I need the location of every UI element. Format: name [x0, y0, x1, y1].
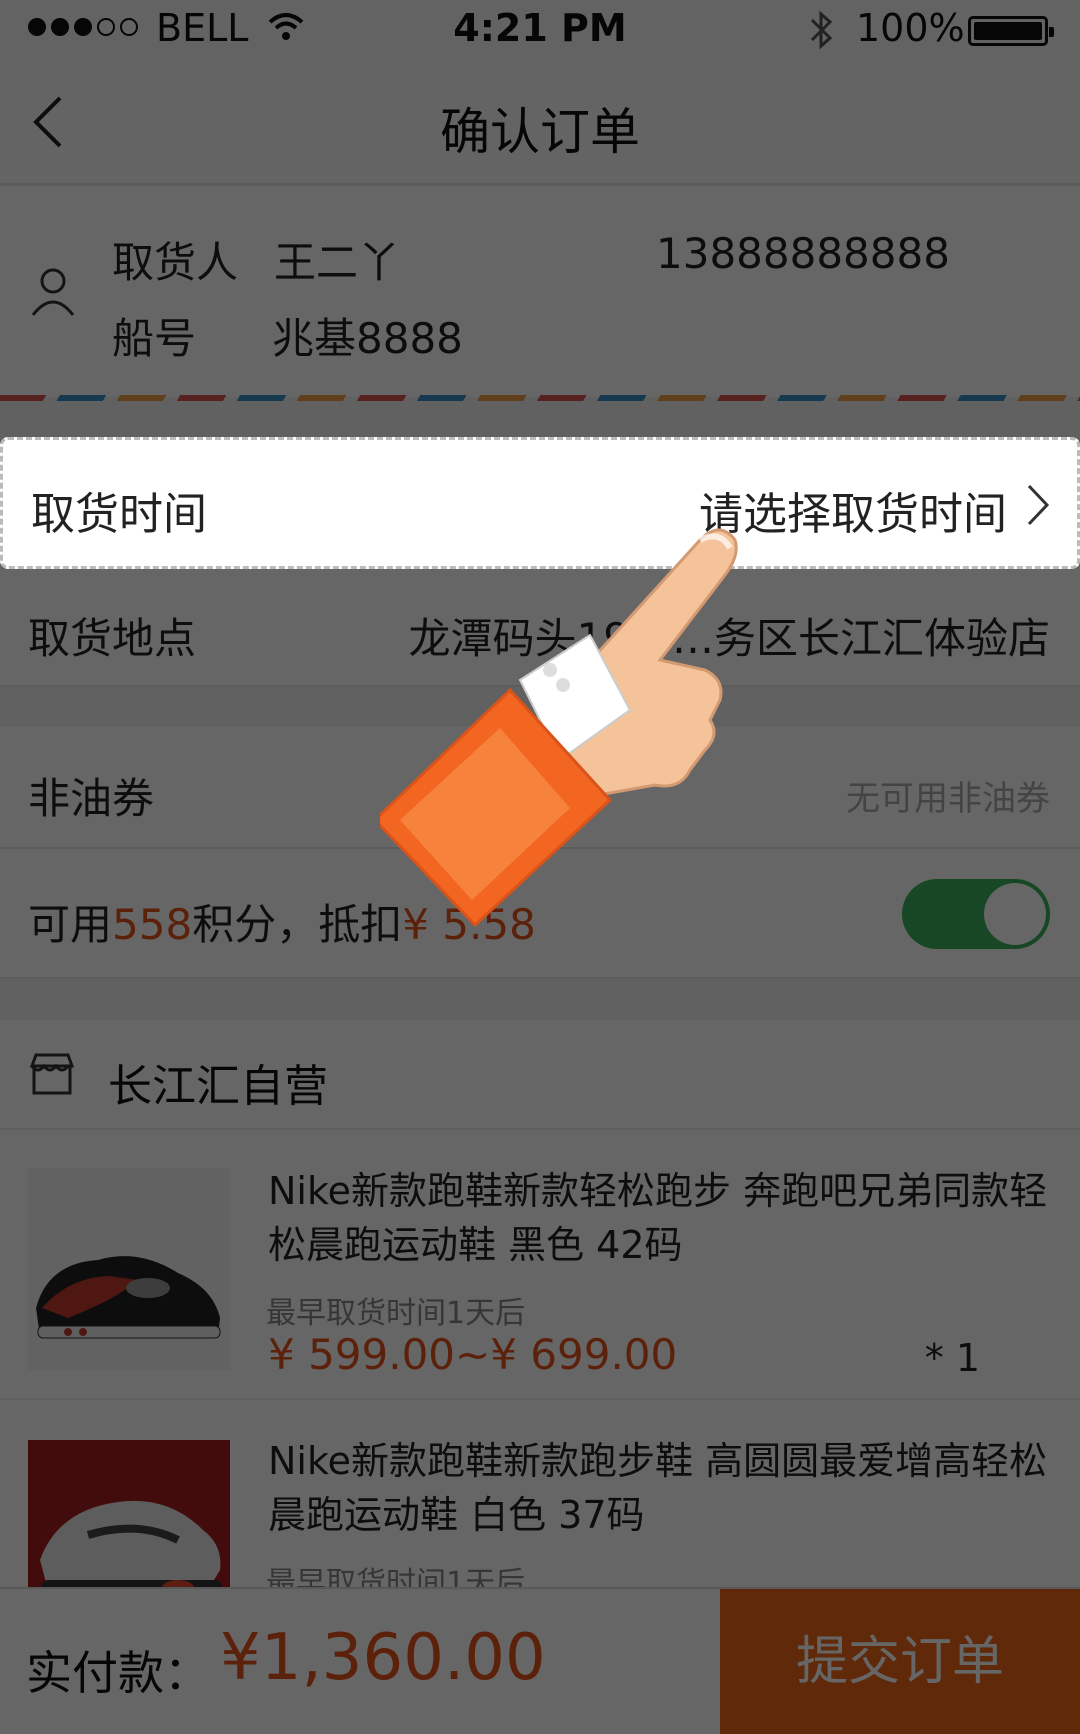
store-icon [29, 1053, 75, 1095]
battery-percent: 100% [856, 6, 965, 50]
receiver-name: 王二丫 [274, 238, 401, 287]
points-prefix: 可用 [28, 900, 113, 949]
pickup-time-label: 取货时间 [31, 489, 207, 540]
toggle-knob [984, 883, 1046, 945]
total-amount: ¥1,360.00 [220, 1621, 546, 1695]
coupon-value: 无可用非油券 [846, 779, 1050, 819]
battery-icon [968, 16, 1054, 46]
address-divider [0, 395, 1080, 401]
boat-number: 兆基8888 [272, 314, 463, 363]
pickup-place-label: 取货地点 [28, 614, 197, 663]
nav-bar: 确认订单 [0, 60, 1080, 185]
points-toggle[interactable] [902, 879, 1050, 949]
receiver-label: 取货人 [112, 238, 239, 287]
product-price: ¥ 599.00~¥ 699.00 [268, 1330, 678, 1379]
product-qty: * 1 [924, 1336, 980, 1380]
submit-order-button[interactable]: 提交订单 [720, 1589, 1080, 1734]
chevron-right-icon [1027, 484, 1050, 526]
points-middle: 积分，抵扣 [192, 900, 403, 949]
total-label: 实付款： [26, 1646, 210, 1700]
pointing-hand-icon [380, 528, 738, 928]
product-image [28, 1168, 230, 1370]
checkout-bar: 实付款： ¥1,360.00 提交订单 [0, 1587, 1080, 1734]
product-name: Nike新款跑鞋新款跑步鞋 高圆圆最爱增高轻松晨跑运动鞋 白色 37码 [268, 1439, 1048, 1537]
product-name: Nike新款跑鞋新款轻松跑步 奔跑吧兄弟同款轻松晨跑运动鞋 黑色 42码 [268, 1169, 1048, 1267]
bluetooth-icon [810, 10, 833, 50]
coupon-label: 非油券 [28, 774, 155, 823]
receiver-phone: 13888888888 [656, 229, 950, 278]
pickup-note: 最早取货时间1天后 [266, 1296, 526, 1331]
person-icon [31, 268, 75, 316]
page-title: 确认订单 [440, 103, 640, 161]
order-confirm-screen: BELL 4:21 PM 100% 确认订单 取货人 王二丫 138888888… [0, 0, 1080, 1734]
boat-label: 船号 [112, 314, 197, 363]
store-header: 长江汇自营 [0, 1020, 1080, 1130]
product-item[interactable]: Nike新款跑鞋新款轻松跑步 奔跑吧兄弟同款轻松晨跑运动鞋 黑色 42码 最早取… [0, 1130, 1080, 1400]
store-name: 长江汇自营 [108, 1061, 328, 1112]
contact-card[interactable]: 取货人 王二丫 13888888888 船号 兆基8888 [0, 187, 1080, 397]
status-bar: BELL 4:21 PM 100% [0, 0, 1080, 60]
points-count: 558 [112, 900, 193, 949]
product-item[interactable]: Nike新款跑鞋新款跑步鞋 高圆圆最爱增高轻松晨跑运动鞋 白色 37码 最早取货… [0, 1400, 1080, 1642]
